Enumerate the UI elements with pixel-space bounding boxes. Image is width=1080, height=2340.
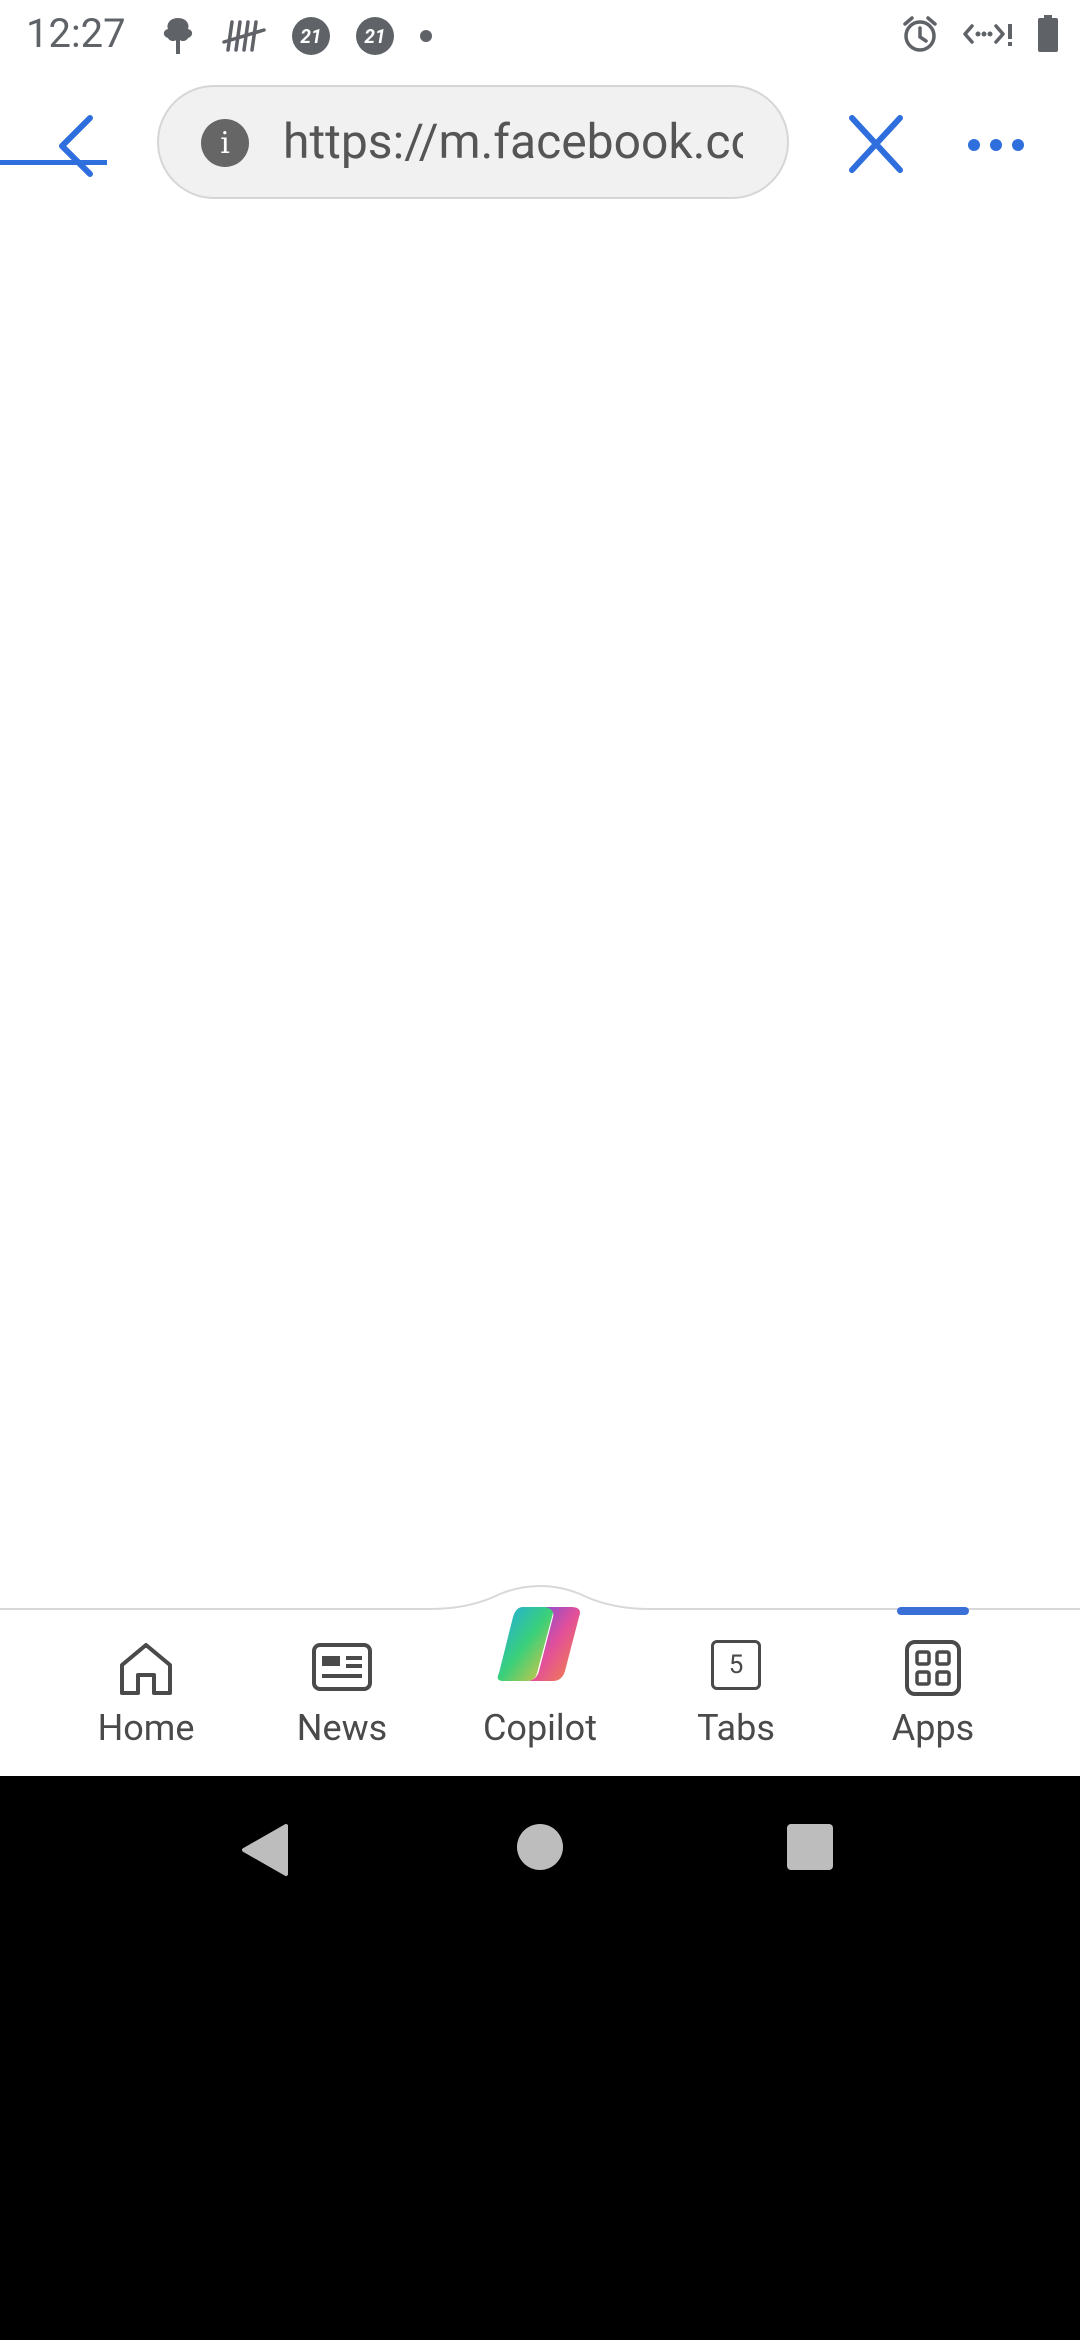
- news-icon: [312, 1643, 372, 1691]
- home-circle-icon[interactable]: [515, 1822, 565, 1872]
- close-button[interactable]: [846, 112, 906, 176]
- more-menu-button[interactable]: [966, 130, 1026, 160]
- status-bar: 12:27 21 21: [0, 0, 1080, 72]
- badge-21-icon: 21: [292, 17, 330, 55]
- browser-toolbar: i https://m.facebook.com/: [0, 72, 1080, 235]
- status-icons-left: 21 21: [160, 12, 432, 60]
- status-time: 12:27: [26, 10, 126, 57]
- apps-selected-indicator: [897, 1607, 969, 1615]
- recents-square-icon[interactable]: [785, 1822, 835, 1872]
- status-icons-right: [900, 14, 1060, 54]
- data-saver-icon: [963, 24, 1012, 46]
- close-icon: [849, 115, 903, 173]
- nav-apps-label: Apps: [891, 1707, 975, 1749]
- apps-icon: [905, 1640, 961, 1696]
- nav-copilot-label: Copilot: [483, 1707, 597, 1749]
- info-icon[interactable]: i: [201, 119, 249, 167]
- tally-icon: [222, 20, 266, 52]
- url-text[interactable]: https://m.facebook.com/: [283, 113, 743, 170]
- alarm-icon: [903, 16, 937, 52]
- badge-21-icon: 21: [356, 17, 394, 55]
- web-content-area[interactable]: [0, 235, 1080, 1607]
- more-icon: [968, 139, 1024, 151]
- bottom-nav: Home News Copilot 5 Tabs Apps: [0, 1607, 1080, 1776]
- back-triangle-icon[interactable]: [240, 1822, 290, 1878]
- home-icon: [120, 1643, 172, 1695]
- tabs-icon: 5: [711, 1640, 761, 1690]
- address-bar[interactable]: i https://m.facebook.com/: [157, 85, 789, 199]
- battery-icon: [1038, 15, 1058, 52]
- nav-news[interactable]: News: [262, 1607, 422, 1776]
- back-button[interactable]: [50, 110, 110, 180]
- back-arrow-icon: [59, 115, 93, 177]
- dot-icon: [420, 30, 432, 42]
- nav-news-label: News: [296, 1707, 388, 1749]
- system-navigation-bar: [0, 1776, 1080, 2340]
- nav-apps[interactable]: Apps: [853, 1607, 1013, 1776]
- page-load-progress: [0, 160, 107, 165]
- nav-home-label: Home: [97, 1707, 195, 1749]
- nav-tabs-label: Tabs: [697, 1707, 775, 1749]
- nav-home[interactable]: Home: [66, 1607, 226, 1776]
- nav-copilot[interactable]: Copilot: [460, 1607, 620, 1776]
- cloud-tree-icon: [163, 18, 193, 54]
- nav-tabs[interactable]: 5 Tabs: [656, 1607, 816, 1776]
